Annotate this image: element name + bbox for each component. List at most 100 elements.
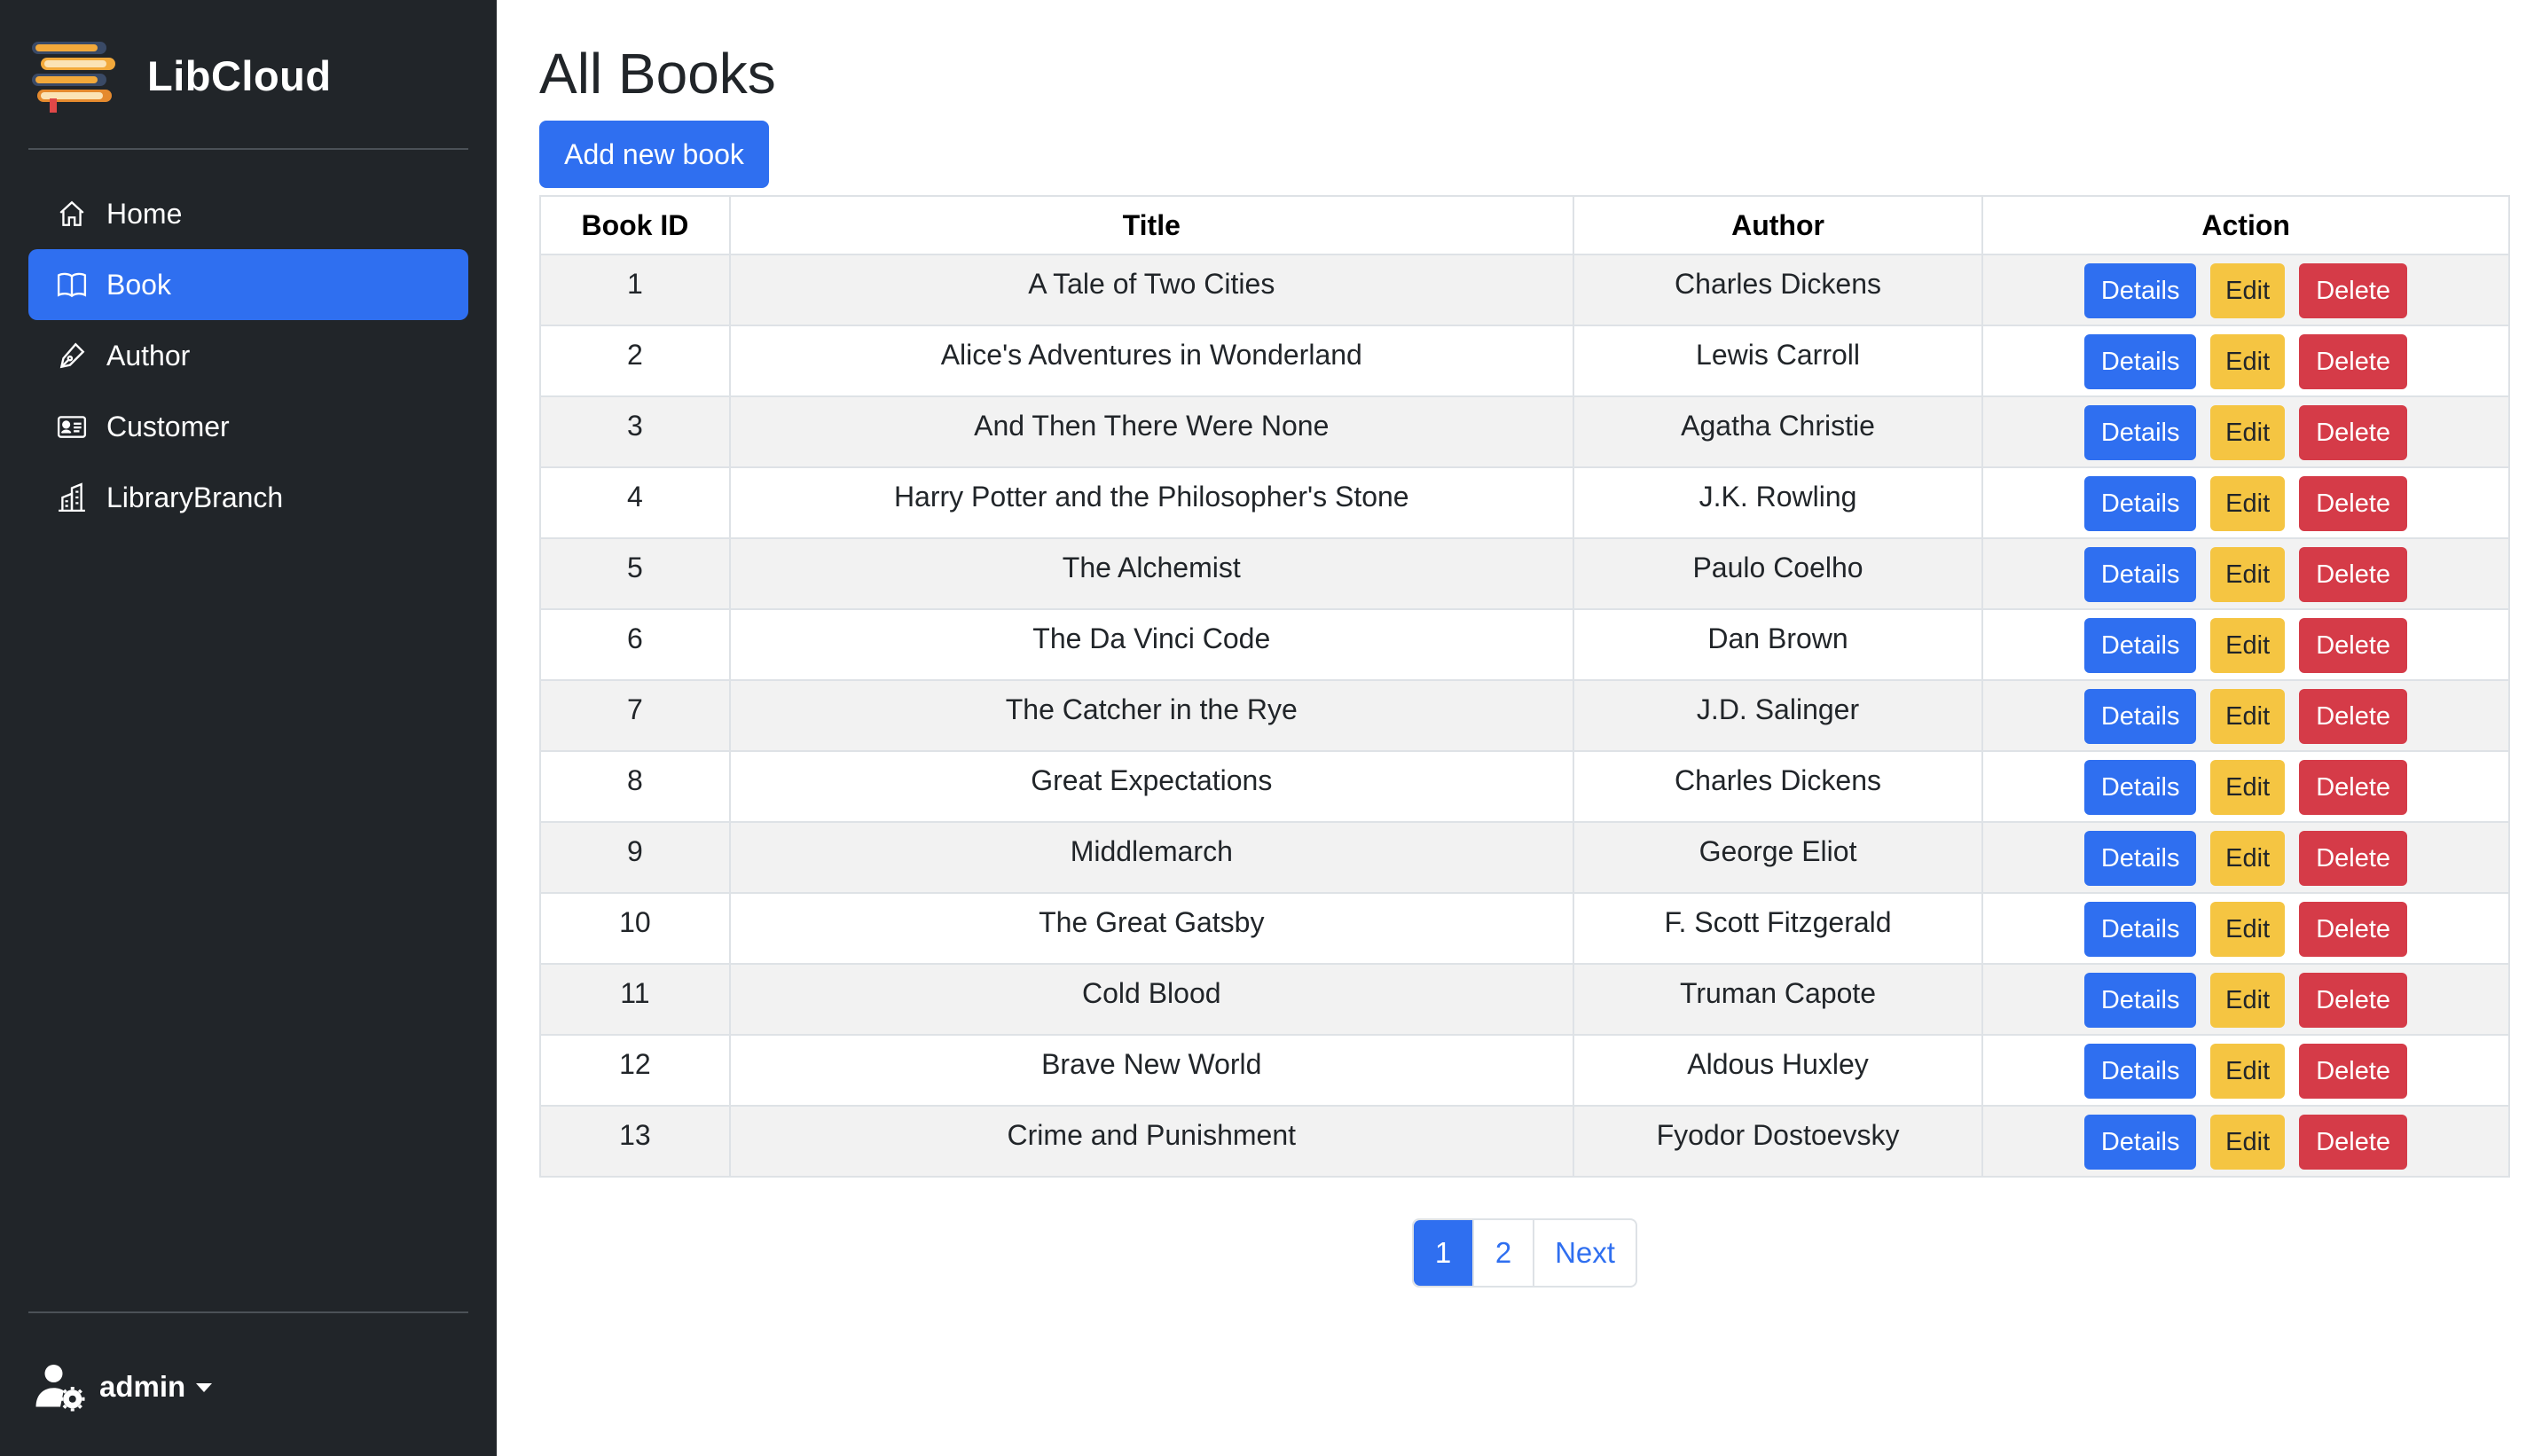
book-title-cell: Middlemarch	[728, 821, 1574, 894]
details-button[interactable]: Details	[2084, 263, 2197, 318]
delete-button[interactable]: Delete	[2299, 547, 2408, 602]
book-id-cell: 6	[539, 608, 731, 681]
details-button[interactable]: Details	[2084, 1044, 2197, 1099]
edit-button[interactable]: Edit	[2210, 334, 2286, 389]
sidebar-item-librarybranch[interactable]: LibraryBranch	[28, 462, 468, 533]
table-row: 3 And Then There Were None Agatha Christie…	[539, 395, 2510, 468]
book-id-cell: 10	[539, 892, 731, 965]
edit-button[interactable]: Edit	[2210, 831, 2286, 886]
table-row: 13 Crime and Punishment Fyodor Dostoevsky D…	[539, 1105, 2510, 1178]
edit-button[interactable]: Edit	[2210, 618, 2286, 673]
row-actions: Details Edit Delete	[1983, 616, 2508, 673]
book-id-cell: 11	[539, 963, 731, 1036]
sidebar-nav: Home Book Author Customer LibraryBranch	[28, 178, 468, 533]
book-action-cell: Details Edit Delete	[1981, 679, 2510, 752]
book-title-cell: Cold Blood	[728, 963, 1574, 1036]
table-row: 7 The Catcher in the Rye J.D. Salinger Deta…	[539, 679, 2510, 752]
edit-button[interactable]: Edit	[2210, 689, 2286, 744]
sidebar-divider	[28, 1311, 468, 1313]
details-button[interactable]: Details	[2084, 902, 2197, 957]
delete-button[interactable]: Delete	[2299, 334, 2408, 389]
sidebar-item-book[interactable]: Book	[28, 249, 468, 320]
details-button[interactable]: Details	[2084, 334, 2197, 389]
book-id-cell: 8	[539, 750, 731, 823]
sidebar-item-home[interactable]: Home	[28, 178, 468, 249]
book-title-cell: The Alchemist	[728, 537, 1574, 610]
details-button[interactable]: Details	[2084, 689, 2197, 744]
sidebar-item-label: Customer	[106, 410, 230, 442]
column-header-author: Author	[1572, 195, 1984, 255]
edit-button[interactable]: Edit	[2210, 973, 2286, 1028]
person-card-icon	[57, 411, 87, 442]
book-author-cell: George Eliot	[1572, 821, 1984, 894]
row-actions: Details Edit Delete	[1983, 971, 2508, 1028]
details-button[interactable]: Details	[2084, 973, 2197, 1028]
brand[interactable]: LibCloud	[28, 35, 332, 115]
sidebar-item-customer[interactable]: Customer	[28, 391, 468, 462]
row-actions: Details Edit Delete	[1983, 545, 2508, 602]
details-button[interactable]: Details	[2084, 831, 2197, 886]
edit-button[interactable]: Edit	[2210, 476, 2286, 531]
book-author-cell: J.D. Salinger	[1572, 679, 1984, 752]
row-actions: Details Edit Delete	[1983, 758, 2508, 815]
book-id-cell: 7	[539, 679, 731, 752]
edit-button[interactable]: Edit	[2210, 902, 2286, 957]
pagination: 1 2 Next	[1412, 1218, 1637, 1288]
book-action-cell: Details Edit Delete	[1981, 254, 2510, 326]
table-row: 6 The Da Vinci Code Dan Brown Details Edit De…	[539, 608, 2510, 681]
delete-button[interactable]: Delete	[2299, 973, 2408, 1028]
table-row: 4 Harry Potter and the Philosopher's Ston…	[539, 466, 2510, 539]
delete-button[interactable]: Delete	[2299, 1115, 2408, 1170]
details-button[interactable]: Details	[2084, 476, 2197, 531]
details-button[interactable]: Details	[2084, 547, 2197, 602]
user-name: admin	[99, 1370, 186, 1403]
delete-button[interactable]: Delete	[2299, 1044, 2408, 1099]
edit-button[interactable]: Edit	[2210, 1115, 2286, 1170]
edit-button[interactable]: Edit	[2210, 1044, 2286, 1099]
book-action-cell: Details Edit Delete	[1981, 466, 2510, 539]
delete-button[interactable]: Delete	[2299, 263, 2408, 318]
book-id-cell: 4	[539, 466, 731, 539]
table-header-row: Book ID Title Author Action	[539, 195, 2510, 255]
column-header-action: Action	[1981, 195, 2510, 255]
delete-button[interactable]: Delete	[2299, 618, 2408, 673]
table-row: 11 Cold Blood Truman Capote Details Edit Dele…	[539, 963, 2510, 1036]
user-gear-icon	[35, 1365, 85, 1412]
column-header-title: Title	[728, 195, 1574, 255]
details-button[interactable]: Details	[2084, 1115, 2197, 1170]
page-1-link[interactable]: 1	[1414, 1220, 1472, 1286]
delete-button[interactable]: Delete	[2299, 760, 2408, 815]
pen-icon	[57, 341, 87, 371]
details-button[interactable]: Details	[2084, 760, 2197, 815]
table-row: 5 The Alchemist Paulo Coelho Details Edit Del…	[539, 537, 2510, 610]
edit-button[interactable]: Edit	[2210, 547, 2286, 602]
add-new-book-button[interactable]: Add new book	[539, 121, 769, 188]
next-page-link[interactable]: Next	[1533, 1220, 1636, 1286]
row-actions: Details Edit Delete	[1983, 403, 2508, 460]
book-author-cell: F. Scott Fitzgerald	[1572, 892, 1984, 965]
edit-button[interactable]: Edit	[2210, 405, 2286, 460]
book-action-cell: Details Edit Delete	[1981, 892, 2510, 965]
edit-button[interactable]: Edit	[2210, 263, 2286, 318]
page-title: All Books	[539, 42, 776, 106]
delete-button[interactable]: Delete	[2299, 902, 2408, 957]
edit-button[interactable]: Edit	[2210, 760, 2286, 815]
page-2-link[interactable]: 2	[1472, 1220, 1533, 1286]
details-button[interactable]: Details	[2084, 405, 2197, 460]
user-menu[interactable]: admin	[34, 1360, 213, 1413]
row-actions: Details Edit Delete	[1983, 900, 2508, 957]
delete-button[interactable]: Delete	[2299, 405, 2408, 460]
book-author-cell: Charles Dickens	[1572, 750, 1984, 823]
book-author-cell: J.K. Rowling	[1572, 466, 1984, 539]
delete-button[interactable]: Delete	[2299, 476, 2408, 531]
table-row: 9 Middlemarch George Eliot Details Edit Delet…	[539, 821, 2510, 894]
book-id-cell: 1	[539, 254, 731, 326]
book-author-cell: Truman Capote	[1572, 963, 1984, 1036]
delete-button[interactable]: Delete	[2299, 689, 2408, 744]
book-action-cell: Details Edit Delete	[1981, 750, 2510, 823]
sidebar-item-author[interactable]: Author	[28, 320, 468, 391]
delete-button[interactable]: Delete	[2299, 831, 2408, 886]
book-title-cell: Harry Potter and the Philosopher's Stone	[728, 466, 1574, 539]
chevron-down-icon	[196, 1383, 213, 1392]
details-button[interactable]: Details	[2084, 618, 2197, 673]
